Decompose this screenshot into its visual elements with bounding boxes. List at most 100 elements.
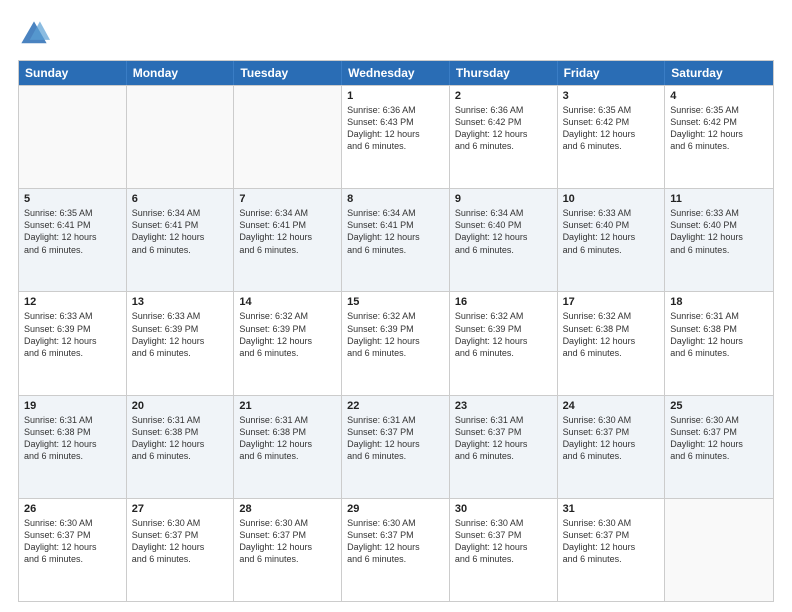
calendar-header-cell: Thursday xyxy=(450,61,558,85)
calendar-row: 19 Sunrise: 6:31 AM Sunset: 6:38 PM Dayli… xyxy=(19,395,773,498)
day-info: Sunrise: 6:34 AM Sunset: 6:40 PM Dayligh… xyxy=(455,207,552,256)
day-number: 12 xyxy=(24,296,121,308)
day-info: Sunrise: 6:31 AM Sunset: 6:38 PM Dayligh… xyxy=(670,310,768,359)
calendar-day-cell: 29 Sunrise: 6:30 AM Sunset: 6:37 PM Dayli… xyxy=(342,499,450,601)
day-info: Sunrise: 6:34 AM Sunset: 6:41 PM Dayligh… xyxy=(132,207,229,256)
day-number: 19 xyxy=(24,400,121,412)
day-info: Sunrise: 6:30 AM Sunset: 6:37 PM Dayligh… xyxy=(24,517,121,566)
calendar-header-cell: Tuesday xyxy=(234,61,342,85)
calendar-day-cell: 11 Sunrise: 6:33 AM Sunset: 6:40 PM Dayli… xyxy=(665,189,773,291)
calendar-day-cell: 9 Sunrise: 6:34 AM Sunset: 6:40 PM Daylig… xyxy=(450,189,558,291)
day-number: 9 xyxy=(455,193,552,205)
day-info: Sunrise: 6:35 AM Sunset: 6:42 PM Dayligh… xyxy=(670,104,768,153)
calendar-day-cell: 18 Sunrise: 6:31 AM Sunset: 6:38 PM Dayli… xyxy=(665,292,773,394)
day-info: Sunrise: 6:31 AM Sunset: 6:37 PM Dayligh… xyxy=(347,414,444,463)
day-info: Sunrise: 6:31 AM Sunset: 6:38 PM Dayligh… xyxy=(24,414,121,463)
calendar-empty-cell xyxy=(127,86,235,188)
calendar-day-cell: 6 Sunrise: 6:34 AM Sunset: 6:41 PM Daylig… xyxy=(127,189,235,291)
calendar-empty-cell xyxy=(19,86,127,188)
day-number: 18 xyxy=(670,296,768,308)
calendar-day-cell: 3 Sunrise: 6:35 AM Sunset: 6:42 PM Daylig… xyxy=(558,86,666,188)
day-number: 2 xyxy=(455,90,552,102)
calendar-header-cell: Saturday xyxy=(665,61,773,85)
day-info: Sunrise: 6:31 AM Sunset: 6:38 PM Dayligh… xyxy=(132,414,229,463)
day-info: Sunrise: 6:36 AM Sunset: 6:42 PM Dayligh… xyxy=(455,104,552,153)
day-number: 20 xyxy=(132,400,229,412)
day-info: Sunrise: 6:33 AM Sunset: 6:40 PM Dayligh… xyxy=(563,207,660,256)
calendar-row: 26 Sunrise: 6:30 AM Sunset: 6:37 PM Dayli… xyxy=(19,498,773,601)
day-number: 16 xyxy=(455,296,552,308)
day-info: Sunrise: 6:30 AM Sunset: 6:37 PM Dayligh… xyxy=(563,414,660,463)
calendar-row: 12 Sunrise: 6:33 AM Sunset: 6:39 PM Dayli… xyxy=(19,291,773,394)
day-info: Sunrise: 6:30 AM Sunset: 6:37 PM Dayligh… xyxy=(132,517,229,566)
calendar-empty-cell xyxy=(665,499,773,601)
day-number: 3 xyxy=(563,90,660,102)
calendar-day-cell: 19 Sunrise: 6:31 AM Sunset: 6:38 PM Dayli… xyxy=(19,396,127,498)
calendar-header-cell: Friday xyxy=(558,61,666,85)
calendar-day-cell: 4 Sunrise: 6:35 AM Sunset: 6:42 PM Daylig… xyxy=(665,86,773,188)
day-info: Sunrise: 6:31 AM Sunset: 6:38 PM Dayligh… xyxy=(239,414,336,463)
day-number: 7 xyxy=(239,193,336,205)
calendar-day-cell: 20 Sunrise: 6:31 AM Sunset: 6:38 PM Dayli… xyxy=(127,396,235,498)
day-number: 23 xyxy=(455,400,552,412)
day-info: Sunrise: 6:35 AM Sunset: 6:42 PM Dayligh… xyxy=(563,104,660,153)
calendar-day-cell: 23Sunrise: 6:31 AM Sunset: 6:37 PM Dayli… xyxy=(450,396,558,498)
calendar-day-cell: 2 Sunrise: 6:36 AM Sunset: 6:42 PM Daylig… xyxy=(450,86,558,188)
day-info: Sunrise: 6:36 AM Sunset: 6:43 PM Dayligh… xyxy=(347,104,444,153)
calendar-day-cell: 31Sunrise: 6:30 AM Sunset: 6:37 PM Dayli… xyxy=(558,499,666,601)
day-info: Sunrise: 6:32 AM Sunset: 6:39 PM Dayligh… xyxy=(455,310,552,359)
day-info: Sunrise: 6:30 AM Sunset: 6:37 PM Dayligh… xyxy=(670,414,768,463)
calendar-header-cell: Sunday xyxy=(19,61,127,85)
calendar-header: SundayMondayTuesdayWednesdayThursdayFrid… xyxy=(19,61,773,85)
calendar-day-cell: 17Sunrise: 6:32 AM Sunset: 6:38 PM Dayli… xyxy=(558,292,666,394)
page: SundayMondayTuesdayWednesdayThursdayFrid… xyxy=(0,0,792,612)
day-number: 6 xyxy=(132,193,229,205)
day-info: Sunrise: 6:30 AM Sunset: 6:37 PM Dayligh… xyxy=(455,517,552,566)
day-info: Sunrise: 6:33 AM Sunset: 6:39 PM Dayligh… xyxy=(132,310,229,359)
day-number: 10 xyxy=(563,193,660,205)
day-number: 5 xyxy=(24,193,121,205)
day-number: 26 xyxy=(24,503,121,515)
day-info: Sunrise: 6:33 AM Sunset: 6:39 PM Dayligh… xyxy=(24,310,121,359)
day-info: Sunrise: 6:32 AM Sunset: 6:38 PM Dayligh… xyxy=(563,310,660,359)
logo xyxy=(18,18,54,50)
calendar-day-cell: 13 Sunrise: 6:33 AM Sunset: 6:39 PM Dayli… xyxy=(127,292,235,394)
day-number: 28 xyxy=(239,503,336,515)
calendar-day-cell: 27 Sunrise: 6:30 AM Sunset: 6:37 PM Dayli… xyxy=(127,499,235,601)
day-number: 21 xyxy=(239,400,336,412)
day-info: Sunrise: 6:33 AM Sunset: 6:40 PM Dayligh… xyxy=(670,207,768,256)
calendar-day-cell: 28 Sunrise: 6:30 AM Sunset: 6:37 PM Dayli… xyxy=(234,499,342,601)
day-number: 4 xyxy=(670,90,768,102)
calendar-day-cell: 12 Sunrise: 6:33 AM Sunset: 6:39 PM Dayli… xyxy=(19,292,127,394)
day-number: 27 xyxy=(132,503,229,515)
calendar-body: 1 Sunrise: 6:36 AM Sunset: 6:43 PM Daylig… xyxy=(19,85,773,601)
day-number: 8 xyxy=(347,193,444,205)
calendar-header-cell: Monday xyxy=(127,61,235,85)
day-number: 1 xyxy=(347,90,444,102)
calendar-day-cell: 24Sunrise: 6:30 AM Sunset: 6:37 PM Dayli… xyxy=(558,396,666,498)
day-number: 29 xyxy=(347,503,444,515)
calendar-header-cell: Wednesday xyxy=(342,61,450,85)
calendar-day-cell: 30 Sunrise: 6:30 AM Sunset: 6:37 PM Dayli… xyxy=(450,499,558,601)
calendar-day-cell: 15Sunrise: 6:32 AM Sunset: 6:39 PM Dayli… xyxy=(342,292,450,394)
day-number: 30 xyxy=(455,503,552,515)
day-number: 11 xyxy=(670,193,768,205)
day-number: 25 xyxy=(670,400,768,412)
day-info: Sunrise: 6:30 AM Sunset: 6:37 PM Dayligh… xyxy=(563,517,660,566)
calendar-day-cell: 5 Sunrise: 6:35 AM Sunset: 6:41 PM Daylig… xyxy=(19,189,127,291)
day-info: Sunrise: 6:30 AM Sunset: 6:37 PM Dayligh… xyxy=(347,517,444,566)
calendar-day-cell: 10 Sunrise: 6:33 AM Sunset: 6:40 PM Dayli… xyxy=(558,189,666,291)
calendar-day-cell: 7 Sunrise: 6:34 AM Sunset: 6:41 PM Daylig… xyxy=(234,189,342,291)
calendar-day-cell: 14Sunrise: 6:32 AM Sunset: 6:39 PM Dayli… xyxy=(234,292,342,394)
day-info: Sunrise: 6:35 AM Sunset: 6:41 PM Dayligh… xyxy=(24,207,121,256)
calendar-day-cell: 22Sunrise: 6:31 AM Sunset: 6:37 PM Dayli… xyxy=(342,396,450,498)
calendar: SundayMondayTuesdayWednesdayThursdayFrid… xyxy=(18,60,774,602)
header xyxy=(18,18,774,50)
day-number: 13 xyxy=(132,296,229,308)
day-number: 14 xyxy=(239,296,336,308)
calendar-day-cell: 26 Sunrise: 6:30 AM Sunset: 6:37 PM Dayli… xyxy=(19,499,127,601)
calendar-day-cell: 16 Sunrise: 6:32 AM Sunset: 6:39 PM Dayli… xyxy=(450,292,558,394)
day-info: Sunrise: 6:34 AM Sunset: 6:41 PM Dayligh… xyxy=(239,207,336,256)
day-info: Sunrise: 6:34 AM Sunset: 6:41 PM Dayligh… xyxy=(347,207,444,256)
day-info: Sunrise: 6:30 AM Sunset: 6:37 PM Dayligh… xyxy=(239,517,336,566)
